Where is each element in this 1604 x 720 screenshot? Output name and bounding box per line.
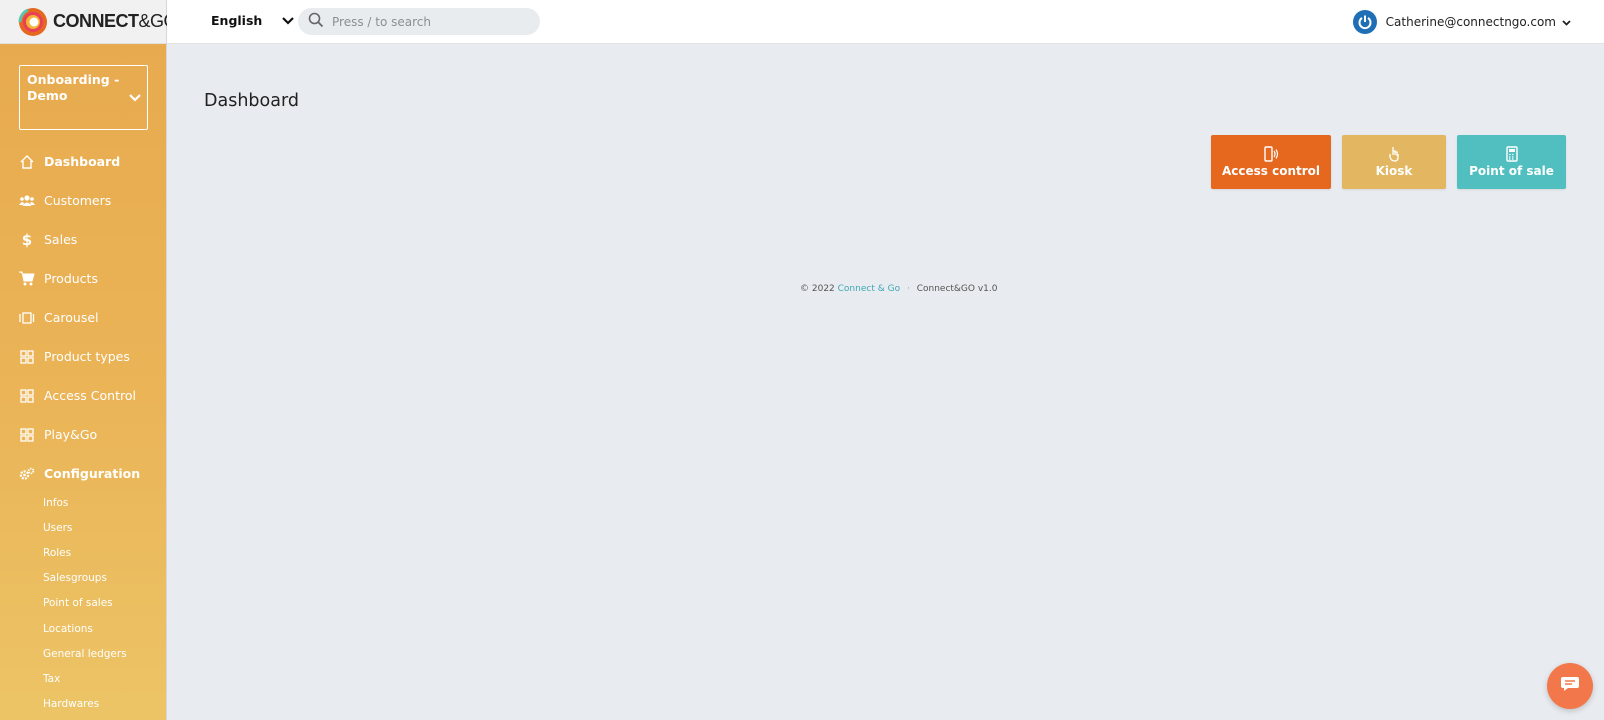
organization-label: Onboarding - Demo — [27, 72, 120, 103]
sidebar-item-label: Carousel — [44, 310, 99, 325]
sidebar-item-dashboard[interactable]: Dashboard — [0, 142, 167, 181]
footer-separator: · — [906, 284, 910, 294]
grid-icon — [19, 349, 35, 365]
home-icon — [19, 154, 35, 170]
sidebar: CONNECT&GO Onboarding - Demo Dashboard C… — [0, 0, 178, 720]
configuration-subnav: Infos Users Roles Salesgroups Point of s… — [0, 490, 167, 717]
footer: © 2022 Connect & Go · Connect&GO v1.0 — [800, 284, 998, 294]
access-control-tile[interactable]: Access control — [1211, 135, 1331, 189]
chevron-down-icon — [282, 13, 295, 28]
subnav-item-hardwares[interactable]: Hardwares — [0, 692, 167, 717]
sidebar-item-label: Configuration — [44, 466, 141, 481]
language-label: English — [211, 13, 263, 28]
company-link[interactable]: Connect & Go — [838, 284, 900, 294]
sidebar-item-product-types[interactable]: Product types — [0, 337, 167, 376]
subnav-item-infos[interactable]: Infos — [0, 490, 167, 515]
logo-bold: CONNECT — [53, 11, 139, 31]
sidebar-item-label: Customers — [44, 193, 112, 208]
sidebar-item-access-control[interactable]: Access Control — [0, 376, 167, 415]
logo-icon — [18, 7, 48, 37]
subnav-item-users[interactable]: Users — [0, 515, 167, 540]
carousel-icon — [19, 310, 35, 326]
sidebar-item-label: Access Control — [44, 388, 136, 403]
logo-bar[interactable]: CONNECT&GO — [0, 0, 178, 44]
user-menu[interactable]: Catherine@connectngo.com — [1352, 10, 1571, 34]
version-text: Connect&GO v1.0 — [916, 284, 998, 294]
grid-icon — [19, 388, 35, 404]
chat-button[interactable] — [1547, 663, 1593, 709]
power-icon — [1352, 10, 1377, 34]
subnav-item-salesgroups[interactable]: Salesgroups — [0, 566, 167, 591]
subnav-item-locations[interactable]: Locations — [0, 616, 167, 641]
search-icon — [308, 12, 324, 32]
copyright-text: © 2022 — [800, 284, 835, 294]
sidebar-item-play-go[interactable]: Play&Go — [0, 415, 167, 454]
sidebar-item-label: Dashboard — [44, 154, 121, 169]
tile-label: Access control — [1221, 164, 1321, 178]
grid-icon — [19, 427, 35, 443]
cart-icon — [19, 271, 35, 287]
subnav-item-point-of-sales[interactable]: Point of sales — [0, 591, 167, 616]
organization-select[interactable]: Onboarding - Demo — [19, 65, 148, 130]
sidebar-item-sales[interactable]: $ Sales — [0, 220, 167, 259]
hand-pointer-icon — [1388, 146, 1400, 162]
sidebar-item-label: Sales — [44, 232, 78, 247]
tile-label: Kiosk — [1375, 164, 1413, 178]
gears-icon — [19, 466, 35, 482]
logo-text: CONNECT&GO — [53, 11, 178, 32]
search-input[interactable] — [332, 14, 522, 29]
page-title: Dashboard — [204, 91, 299, 111]
language-select[interactable]: English — [211, 13, 295, 28]
chevron-down-icon — [129, 90, 141, 106]
sidebar-item-configuration[interactable]: Configuration — [0, 454, 167, 493]
user-email: Catherine@connectngo.com — [1385, 15, 1556, 29]
top-bar: English Catherine@connectngo.com — [167, 0, 1604, 44]
phone-signal-icon — [1263, 146, 1279, 162]
subnav-item-general-ledgers[interactable]: General ledgers — [0, 641, 167, 666]
sidebar-nav: Dashboard Customers $ Sales Products Car… — [0, 142, 167, 493]
sidebar-item-label: Products — [44, 271, 98, 286]
users-icon — [19, 193, 35, 209]
kiosk-tile[interactable]: Kiosk — [1342, 135, 1446, 189]
point-of-sale-tile[interactable]: Point of sale — [1457, 135, 1566, 189]
sidebar-item-label: Play&Go — [44, 427, 98, 442]
calculator-icon — [1505, 146, 1518, 162]
search-box[interactable] — [298, 8, 540, 35]
sidebar-item-label: Product types — [44, 349, 130, 364]
sidebar-item-customers[interactable]: Customers — [0, 181, 167, 220]
chevron-down-icon — [1562, 15, 1571, 29]
subnav-item-roles[interactable]: Roles — [0, 540, 167, 565]
tile-label: Point of sale — [1469, 164, 1554, 178]
sidebar-item-carousel[interactable]: Carousel — [0, 298, 167, 337]
dollar-icon: $ — [21, 230, 33, 249]
subnav-item-tax[interactable]: Tax — [0, 666, 167, 691]
chat-icon — [1560, 676, 1580, 696]
sidebar-item-products[interactable]: Products — [0, 259, 167, 298]
